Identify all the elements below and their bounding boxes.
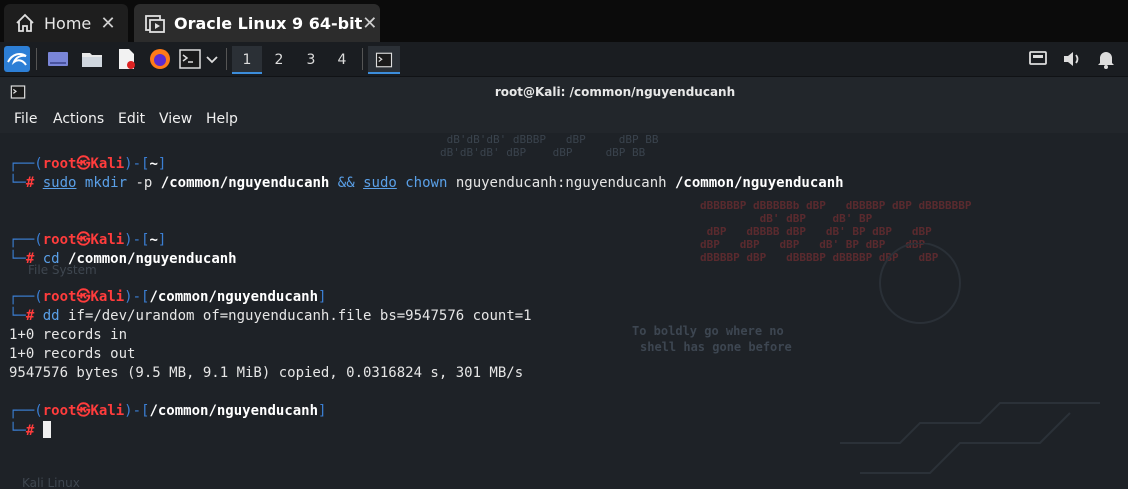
- cmd-path: /common/nguyenducanh: [160, 175, 330, 191]
- cmd-and: &&: [337, 175, 355, 191]
- menu-help[interactable]: Help: [206, 111, 238, 127]
- cmd-chown: chown: [405, 175, 448, 191]
- tab-vm-close-icon[interactable]: ✕: [362, 13, 377, 34]
- command-line: └─# sudo mkdir -p /common/nguyenducanh &…: [9, 175, 844, 191]
- prompt-user: root: [42, 156, 77, 172]
- wallpaper-ascii-art: dBBBBBBb dBBBBBb dBBBBBb dBBBBBBb dB' dB…: [440, 133, 659, 159]
- cmd-sudo: sudo: [363, 175, 397, 191]
- notification-bell-icon[interactable]: [1094, 47, 1118, 71]
- volume-icon[interactable]: [1060, 47, 1084, 71]
- text-editor-icon[interactable]: [114, 47, 138, 71]
- prompt-hash: #: [25, 175, 35, 191]
- prompt-host: Kali: [90, 156, 125, 172]
- cmd-dd: dd: [42, 308, 60, 324]
- cmd-cd: cd: [42, 251, 60, 267]
- wallpaper-slogan-2: shell has gone before: [640, 340, 792, 354]
- tab-home[interactable]: Home ✕: [4, 4, 128, 42]
- prompt-line: ┌──(root㉿Kali)-[/common/nguyenducanh]: [9, 403, 327, 419]
- prompt-line: ┌──(root㉿Kali)-[~]: [9, 156, 167, 172]
- prompt-hash: #: [25, 308, 35, 324]
- desktop-icon-kali: Kali Linux: [22, 476, 80, 489]
- cmd-mkdir: mkdir: [84, 175, 128, 191]
- panel-separator: [226, 48, 227, 70]
- prompt-hash: #: [25, 423, 35, 439]
- menu-view[interactable]: View: [159, 111, 192, 127]
- terminal-launcher-icon[interactable]: [178, 47, 202, 71]
- output-line: 1+0 records out: [9, 346, 136, 362]
- terminal-title-bar[interactable]: root@Kali: /common/nguyenducanh: [0, 77, 1128, 107]
- host-tab-bar: Home ✕ Oracle Linux 9 64-bit ✕: [0, 0, 1128, 42]
- cmd-path: /common/nguyenducanh: [68, 251, 237, 267]
- prompt-line: ┌──(root㉿Kali)-[/common/nguyenducanh]: [9, 289, 327, 305]
- show-desktop-icon[interactable]: [46, 47, 70, 71]
- output-line: 9547576 bytes (9.5 MB, 9.1 MiB) copied, …: [9, 365, 524, 381]
- command-line: └─# cd /common/nguyenducanh: [9, 251, 237, 267]
- workspace-3[interactable]: 3: [296, 46, 326, 74]
- window-title: root@Kali: /common/nguyenducanh: [494, 85, 736, 99]
- wallpaper-slogan-1: To boldly go where no: [632, 324, 784, 338]
- file-manager-icon[interactable]: [80, 47, 104, 71]
- prompt-path: ~: [149, 156, 158, 172]
- prompt-path: /common/nguyenducanh: [149, 403, 319, 419]
- prompt-path: /common/nguyenducanh: [149, 289, 319, 305]
- display-icon[interactable]: [1026, 47, 1050, 71]
- guest-top-panel: 1 2 3 4: [0, 42, 1128, 77]
- prompt-hash: #: [25, 251, 35, 267]
- cmd-path: /common/nguyenducanh: [675, 175, 844, 191]
- prompt-user: root: [42, 289, 77, 305]
- vm-icon: [144, 12, 166, 34]
- terminal-menu-bar: File Actions Edit View Help: [0, 107, 1128, 133]
- taskbar-terminal-window[interactable]: [368, 46, 400, 74]
- prompt-path: ~: [149, 232, 158, 248]
- wallpaper-circuit-art: [840, 243, 1100, 474]
- tab-home-label: Home: [44, 13, 92, 33]
- prompt-host: Kali: [90, 232, 125, 248]
- cmd-arg: -p: [135, 175, 153, 191]
- output-line: 1+0 records in: [9, 327, 128, 343]
- prompt-line: ┌──(root㉿Kali)-[~]: [9, 232, 167, 248]
- chevron-down-icon[interactable]: [204, 47, 220, 71]
- workspace-1[interactable]: 1: [232, 46, 262, 74]
- cmd-owner: nguyenducanh:nguyenducanh: [455, 175, 667, 191]
- skull-icon: ㉿: [76, 403, 91, 419]
- tab-home-close-icon[interactable]: ✕: [98, 13, 118, 34]
- skull-icon: ㉿: [76, 232, 91, 248]
- cmd-args: if=/dev/urandom of=nguyenducanh.file bs=…: [68, 308, 532, 324]
- firefox-icon[interactable]: [148, 47, 172, 71]
- tab-vm[interactable]: Oracle Linux 9 64-bit ✕: [134, 4, 380, 42]
- home-icon: [14, 12, 36, 34]
- kali-menu-icon[interactable]: [4, 46, 30, 72]
- tab-vm-label: Oracle Linux 9 64-bit: [174, 13, 363, 33]
- workspace-4[interactable]: 4: [327, 46, 357, 74]
- workspace-2[interactable]: 2: [264, 46, 294, 74]
- menu-edit[interactable]: Edit: [118, 111, 145, 127]
- prompt-host: Kali: [90, 403, 125, 419]
- prompt-user: root: [42, 403, 77, 419]
- skull-icon: ㉿: [76, 156, 91, 172]
- command-line: └─# dd if=/dev/urandom of=nguyenducanh.f…: [9, 308, 532, 324]
- menu-actions[interactable]: Actions: [53, 111, 104, 127]
- panel-separator: [362, 48, 363, 70]
- skull-icon: ㉿: [76, 289, 91, 305]
- panel-separator: [36, 48, 37, 70]
- cmd-sudo: sudo: [42, 175, 77, 191]
- prompt-user: root: [42, 232, 77, 248]
- command-line[interactable]: └─#: [9, 421, 51, 441]
- prompt-host: Kali: [90, 289, 125, 305]
- menu-file[interactable]: File: [14, 111, 37, 127]
- terminal-output[interactable]: dBBBBBBb dBBBBBb dBBBBBb dBBBBBBb dB' dB…: [0, 133, 1128, 489]
- text-cursor: [42, 421, 51, 438]
